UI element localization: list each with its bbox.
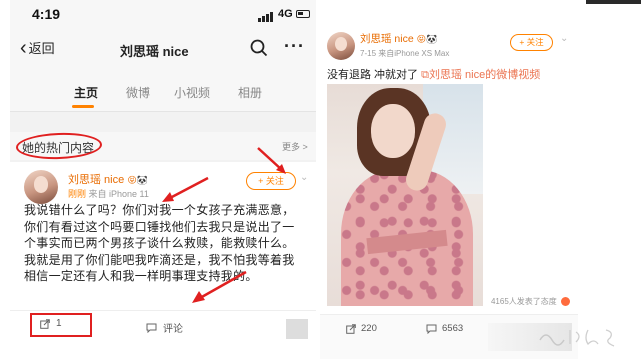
post-meta: 刚刚 来自 iPhone 11 (68, 187, 149, 200)
post-author[interactable]: 刘思瑶 nice 😝🐼 (68, 171, 148, 187)
comment-button[interactable]: 6563 (426, 323, 463, 334)
tab-videos[interactable]: 小视频 (174, 84, 210, 101)
back-button[interactable]: ‹ 返回 (20, 36, 55, 59)
status-time: 4:19 (32, 6, 61, 22)
tab-home[interactable]: 主页 (74, 84, 98, 101)
like-icon (561, 297, 570, 307)
profile-tabs: 主页 微博 小视频 相册 (10, 72, 316, 112)
avatar[interactable] (24, 170, 58, 204)
more-icon[interactable]: ··· (284, 36, 305, 57)
signal-icon (258, 12, 274, 22)
network-label: 4G (278, 8, 293, 20)
reactions-summary[interactable]: 4165人发表了态度 (320, 296, 570, 307)
share-icon (40, 318, 50, 329)
chevron-left-icon: ‹ (20, 36, 27, 59)
tab-album[interactable]: 相册 (238, 84, 262, 101)
back-label: 返回 (28, 41, 55, 56)
share-count: 1 (56, 318, 62, 329)
red-annotation-circle (15, 131, 103, 161)
link-icon: ⧉ (421, 69, 429, 81)
chevron-down-icon[interactable]: ⌄ (300, 172, 308, 183)
right-screenshot: 刘思瑶 nice 😝🐼 7-15 来自iPhone XS Max + 关注 ⌄ … (320, 28, 578, 359)
active-tab-indicator (72, 105, 94, 108)
top-edge-strip (586, 0, 641, 4)
battery-icon (296, 10, 310, 18)
author-badges: 😝🐼 (416, 34, 438, 44)
search-icon[interactable] (250, 39, 268, 57)
comment-button[interactable]: 评论 (146, 320, 183, 335)
post-text: 我说错什么了吗？你们对我一个女孩子充满恶意，你们有看过这个吗要口锤找他们去我只是… (24, 203, 295, 283)
post-text-prefix: 没有退路 冲就对了 (327, 69, 422, 81)
more-link[interactable]: 更多 > (282, 140, 308, 153)
video-link[interactable]: ⧉刘思瑶 nice的微博视频 (421, 69, 540, 81)
watermark-logo-icon (539, 329, 615, 347)
page-title: 刘思瑶 nice (120, 44, 189, 59)
share-icon (346, 323, 356, 334)
post-time: 刚刚 (68, 189, 87, 199)
comment-label: 评论 (163, 324, 183, 335)
post-text: 没有退路 冲就对了 ⧉刘思瑶 nice的微博视频 (327, 66, 577, 82)
author-badges: 😝🐼 (127, 175, 148, 185)
hot-content-header: 她的热门内容 更多 > (10, 131, 316, 161)
hot-post-card: 刘思瑶 nice 😝🐼 刚刚 来自 iPhone 11 + 关注 ⌄ 我说错什么… (10, 162, 316, 359)
status-bar: 4:19 4G (10, 0, 316, 28)
author-name: 刘思瑶 nice (360, 33, 414, 45)
share-button[interactable]: 220 (346, 323, 377, 334)
avatar[interactable] (327, 32, 355, 60)
tab-weibo[interactable]: 微博 (126, 84, 150, 101)
share-count: 220 (361, 323, 377, 334)
video-link-text: 刘思瑶 nice的微博视频 (428, 69, 541, 81)
post-photo[interactable] (327, 84, 483, 306)
post-actions: 1 评论 (10, 310, 316, 342)
photo-face (371, 104, 415, 158)
left-screenshot: 4:19 4G ‹ 返回 刘思瑶 nice ··· 主页 微博 小视频 相册 她… (10, 0, 316, 359)
author-name: 刘思瑶 nice (68, 174, 125, 186)
chevron-down-icon[interactable]: ⌄ (560, 33, 568, 44)
follow-button[interactable]: + 关注 (246, 172, 296, 190)
gray-overlay (286, 319, 308, 339)
post-author[interactable]: 刘思瑶 nice 😝🐼 (360, 31, 437, 46)
share-button[interactable]: 1 (40, 318, 62, 329)
comment-count: 6563 (442, 323, 464, 334)
profile-nav-bar: ‹ 返回 刘思瑶 nice ··· (10, 28, 316, 72)
comment-icon (426, 324, 437, 334)
reactions-text: 4165人发表了态度 (490, 297, 557, 306)
post-meta: 7-15 来自iPhone XS Max (360, 49, 450, 58)
post-source: 来自 iPhone 11 (88, 189, 149, 199)
comment-icon (146, 323, 157, 333)
follow-button[interactable]: + 关注 (510, 34, 553, 51)
